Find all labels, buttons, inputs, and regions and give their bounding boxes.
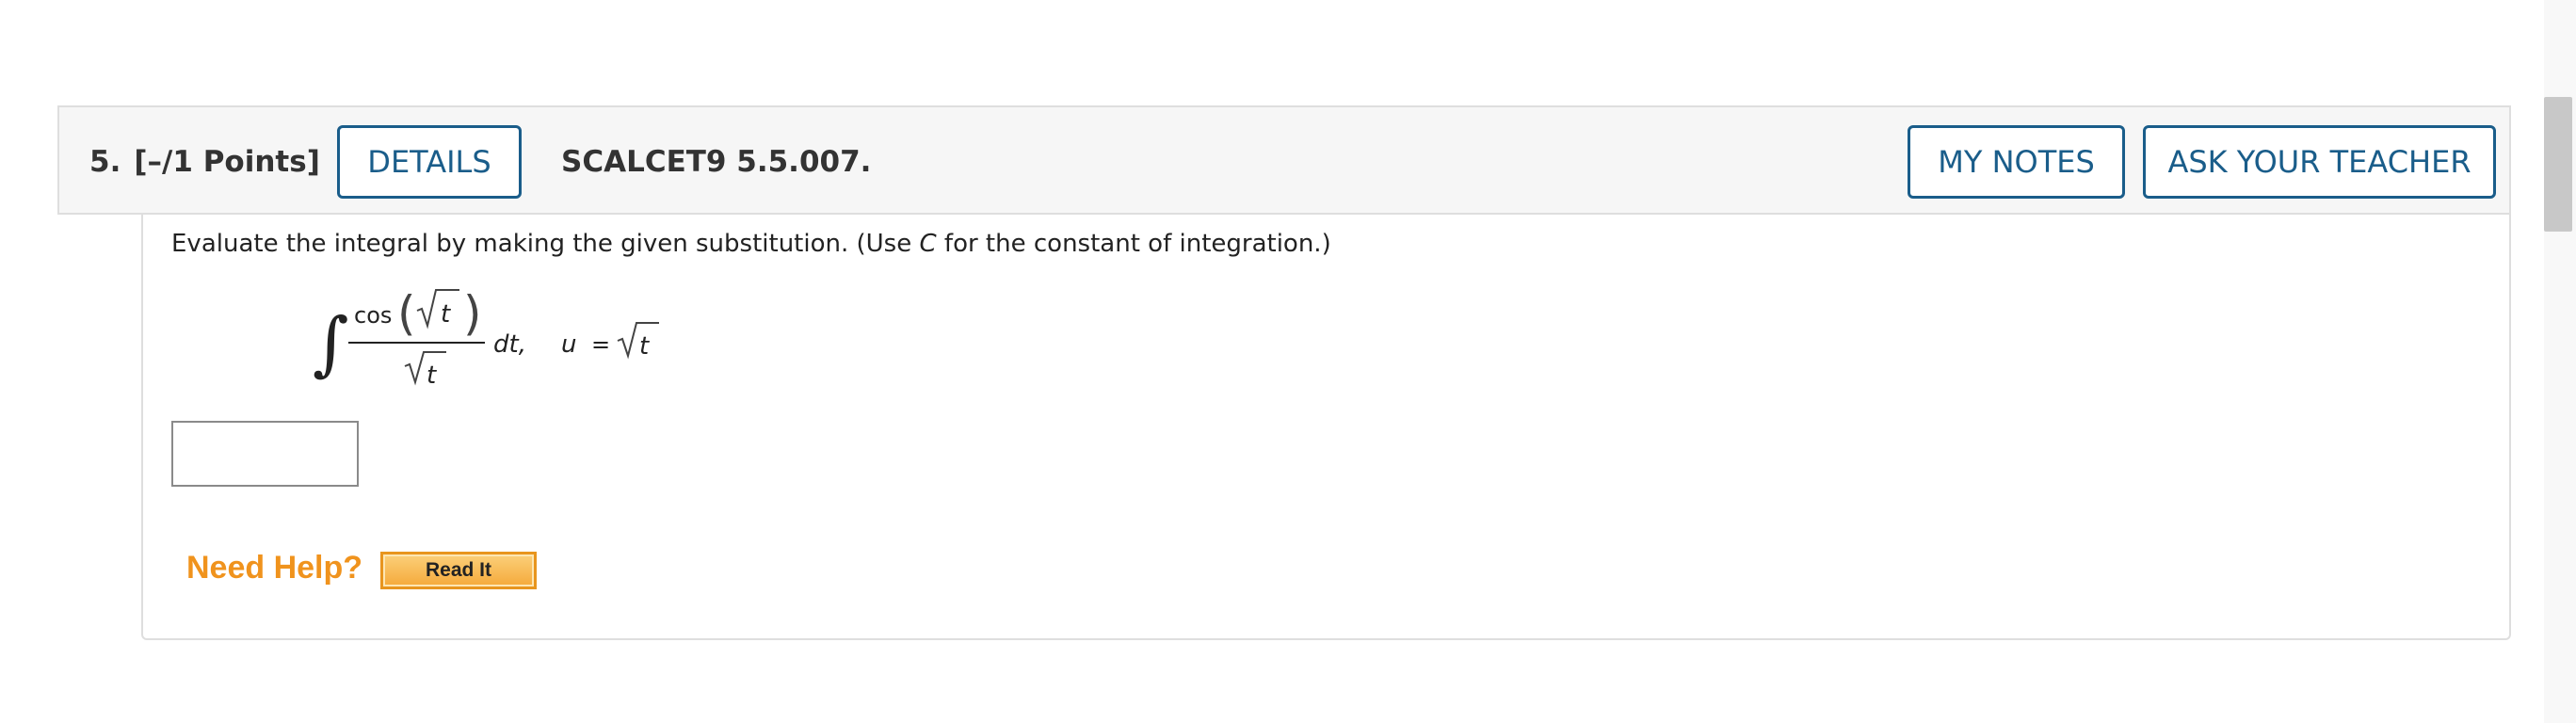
numerator-sqrt-sign [416,289,459,329]
integral-sign: ∫ [313,303,349,384]
vertical-scrollbar[interactable] [2544,0,2576,723]
substitution-variable: u [561,330,576,359]
question-title: 5. [–/1 Points] [89,107,320,217]
substitution-radicand: t [639,332,650,361]
numerator-radicand: t [441,300,451,329]
differential: dt, [493,330,526,359]
ask-your-teacher-button[interactable]: ASK YOUR TEACHER [2143,125,2496,199]
substitution-sqrt-sign [617,322,659,360]
question-code: SCALCET9 5.5.007. [561,145,872,179]
integral-expression: ∫ cos ( ) t t dt, u = t [313,281,708,394]
constant-variable: C [919,230,937,258]
question-header: 5. [–/1 Points] DETAILS SCALCET9 5.5.007.… [57,105,2511,215]
my-notes-button[interactable]: MY NOTES [1908,125,2125,199]
page: 5. [–/1 Points] DETAILS SCALCET9 5.5.007.… [0,0,2576,723]
equals-sign: = [591,331,610,358]
left-paren: ( [397,286,416,341]
question-points: [–/1 Points] [134,145,320,179]
answer-input[interactable] [171,421,359,487]
instructions-pre: Evaluate the integral by making the give… [171,230,920,258]
instructions-post: for the constant of integration.) [936,230,1331,258]
need-help-label: Need Help? [186,550,363,586]
details-button[interactable]: DETAILS [337,125,522,199]
instructions-text: Evaluate the integral by making the give… [171,230,1331,258]
denominator-sqrt-sign [404,351,446,386]
question-body: Evaluate the integral by making the give… [141,215,2511,640]
integral-svg: ∫ cos ( ) t t dt, u = t [313,286,659,390]
scrollbar-thumb[interactable] [2544,97,2572,232]
numerator-cos: cos [354,302,392,329]
denominator-radicand: t [427,362,437,390]
right-paren: ) [463,286,482,341]
read-it-button[interactable]: Read It [380,552,537,589]
question-number: 5. [89,145,121,179]
